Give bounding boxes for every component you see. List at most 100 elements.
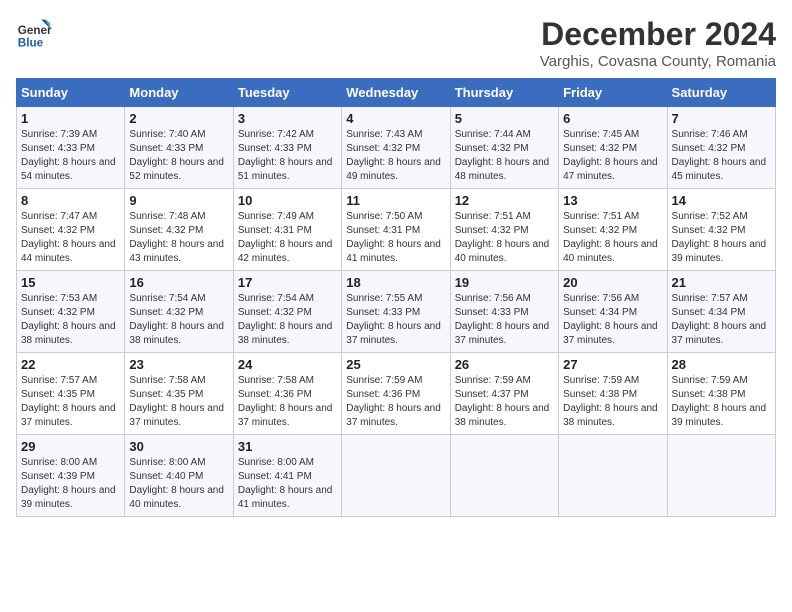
- calendar-cell: 17 Sunrise: 7:54 AMSunset: 4:32 PMDayligh…: [233, 271, 341, 353]
- day-number: 19: [455, 275, 554, 290]
- day-info: Sunrise: 7:44 AMSunset: 4:32 PMDaylight:…: [455, 129, 550, 182]
- day-info: Sunrise: 7:56 AMSunset: 4:34 PMDaylight:…: [563, 293, 658, 346]
- calendar-cell: 13Sunrise: 7:51 AMSunset: 4:32 PMDayligh…: [559, 189, 667, 271]
- day-info: Sunrise: 7:58 AMSunset: 4:35 PMDaylight:…: [129, 375, 224, 428]
- day-info: Sunrise: 7:48 AMSunset: 4:32 PMDaylight:…: [129, 211, 224, 264]
- calendar-cell: 20 Sunrise: 7:56 AMSunset: 4:34 PMDayligh…: [559, 271, 667, 353]
- subtitle: Varghis, Covasna County, Romania: [540, 53, 776, 70]
- day-number: 22: [21, 357, 120, 372]
- svg-text:General: General: [18, 24, 52, 37]
- calendar-cell: 15 Sunrise: 7:53 AMSunset: 4:32 PMDayligh…: [17, 271, 125, 353]
- week-row-3: 15 Sunrise: 7:53 AMSunset: 4:32 PMDayligh…: [17, 271, 776, 353]
- day-number: 15: [21, 275, 120, 290]
- day-info: Sunrise: 7:56 AMSunset: 4:33 PMDaylight:…: [455, 293, 550, 346]
- day-number: 9: [129, 193, 228, 208]
- day-info: Sunrise: 7:39 AMSunset: 4:33 PMDaylight:…: [21, 129, 116, 182]
- day-info: Sunrise: 7:43 AMSunset: 4:32 PMDaylight:…: [346, 129, 441, 182]
- calendar-cell: 5 Sunrise: 7:44 AMSunset: 4:32 PMDaylight…: [450, 107, 558, 189]
- header: General Blue December 2024 Varghis, Cova…: [16, 16, 776, 70]
- calendar-cell: [342, 435, 450, 517]
- day-header-saturday: Saturday: [667, 79, 775, 107]
- day-number: 3: [238, 111, 337, 126]
- calendar-cell: 8Sunrise: 7:47 AMSunset: 4:32 PMDaylight…: [17, 189, 125, 271]
- calendar-cell: 27Sunrise: 7:59 AMSunset: 4:38 PMDayligh…: [559, 353, 667, 435]
- calendar-cell: 1Sunrise: 7:39 AMSunset: 4:33 PMDaylight…: [17, 107, 125, 189]
- day-info: Sunrise: 7:54 AMSunset: 4:32 PMDaylight:…: [238, 293, 333, 346]
- day-number: 25: [346, 357, 445, 372]
- day-info: Sunrise: 7:54 AMSunset: 4:32 PMDaylight:…: [129, 293, 224, 346]
- day-number: 14: [672, 193, 771, 208]
- day-info: Sunrise: 8:00 AMSunset: 4:41 PMDaylight:…: [238, 457, 333, 510]
- day-info: Sunrise: 7:52 AMSunset: 4:32 PMDaylight:…: [672, 211, 767, 264]
- calendar-cell: 16 Sunrise: 7:54 AMSunset: 4:32 PMDayligh…: [125, 271, 233, 353]
- calendar-cell: 24 Sunrise: 7:58 AMSunset: 4:36 PMDayligh…: [233, 353, 341, 435]
- day-info: Sunrise: 8:00 AMSunset: 4:39 PMDaylight:…: [21, 457, 116, 510]
- day-number: 28: [672, 357, 771, 372]
- calendar-cell: 19 Sunrise: 7:56 AMSunset: 4:33 PMDayligh…: [450, 271, 558, 353]
- day-number: 29: [21, 439, 120, 454]
- calendar-table: SundayMondayTuesdayWednesdayThursdayFrid…: [16, 78, 776, 517]
- calendar-cell: 6 Sunrise: 7:45 AMSunset: 4:32 PMDaylight…: [559, 107, 667, 189]
- calendar-cell: 2 Sunrise: 7:40 AMSunset: 4:33 PMDaylight…: [125, 107, 233, 189]
- day-number: 10: [238, 193, 337, 208]
- day-number: 5: [455, 111, 554, 126]
- calendar-cell: 18Sunrise: 7:55 AMSunset: 4:33 PMDayligh…: [342, 271, 450, 353]
- day-number: 20: [563, 275, 662, 290]
- day-header-tuesday: Tuesday: [233, 79, 341, 107]
- title-section: December 2024 Varghis, Covasna County, R…: [540, 16, 776, 70]
- day-number: 4: [346, 111, 445, 126]
- day-info: Sunrise: 7:59 AMSunset: 4:38 PMDaylight:…: [563, 375, 658, 428]
- day-number: 24: [238, 357, 337, 372]
- calendar-cell: 4 Sunrise: 7:43 AMSunset: 4:32 PMDaylight…: [342, 107, 450, 189]
- calendar-cell: 30 Sunrise: 8:00 AMSunset: 4:40 PMDayligh…: [125, 435, 233, 517]
- calendar-cell: 26 Sunrise: 7:59 AMSunset: 4:37 PMDayligh…: [450, 353, 558, 435]
- calendar-cell: 7Sunrise: 7:46 AMSunset: 4:32 PMDaylight…: [667, 107, 775, 189]
- day-info: Sunrise: 7:45 AMSunset: 4:32 PMDaylight:…: [563, 129, 658, 182]
- day-info: Sunrise: 7:55 AMSunset: 4:33 PMDaylight:…: [346, 293, 441, 346]
- svg-text:Blue: Blue: [18, 37, 44, 50]
- day-header-wednesday: Wednesday: [342, 79, 450, 107]
- day-number: 12: [455, 193, 554, 208]
- day-number: 6: [563, 111, 662, 126]
- day-info: Sunrise: 7:58 AMSunset: 4:36 PMDaylight:…: [238, 375, 333, 428]
- calendar-cell: 28Sunrise: 7:59 AMSunset: 4:38 PMDayligh…: [667, 353, 775, 435]
- calendar-cell: 11 Sunrise: 7:50 AMSunset: 4:31 PMDayligh…: [342, 189, 450, 271]
- week-row-5: 29 Sunrise: 8:00 AMSunset: 4:39 PMDayligh…: [17, 435, 776, 517]
- day-number: 30: [129, 439, 228, 454]
- day-header-sunday: Sunday: [17, 79, 125, 107]
- day-info: Sunrise: 8:00 AMSunset: 4:40 PMDaylight:…: [129, 457, 224, 510]
- day-info: Sunrise: 7:57 AMSunset: 4:35 PMDaylight:…: [21, 375, 116, 428]
- day-number: 23: [129, 357, 228, 372]
- days-header-row: SundayMondayTuesdayWednesdayThursdayFrid…: [17, 79, 776, 107]
- day-number: 7: [672, 111, 771, 126]
- day-info: Sunrise: 7:50 AMSunset: 4:31 PMDaylight:…: [346, 211, 441, 264]
- week-row-2: 8Sunrise: 7:47 AMSunset: 4:32 PMDaylight…: [17, 189, 776, 271]
- day-number: 17: [238, 275, 337, 290]
- calendar-cell: [559, 435, 667, 517]
- day-number: 16: [129, 275, 228, 290]
- day-number: 2: [129, 111, 228, 126]
- day-info: Sunrise: 7:42 AMSunset: 4:33 PMDaylight:…: [238, 129, 333, 182]
- calendar-cell: 9 Sunrise: 7:48 AMSunset: 4:32 PMDaylight…: [125, 189, 233, 271]
- day-number: 31: [238, 439, 337, 454]
- day-header-friday: Friday: [559, 79, 667, 107]
- day-info: Sunrise: 7:59 AMSunset: 4:36 PMDaylight:…: [346, 375, 441, 428]
- logo-icon: General Blue: [16, 16, 52, 52]
- calendar-cell: 10 Sunrise: 7:49 AMSunset: 4:31 PMDayligh…: [233, 189, 341, 271]
- main-title: December 2024: [540, 16, 776, 53]
- calendar-cell: 22 Sunrise: 7:57 AMSunset: 4:35 PMDayligh…: [17, 353, 125, 435]
- calendar-cell: 25 Sunrise: 7:59 AMSunset: 4:36 PMDayligh…: [342, 353, 450, 435]
- day-info: Sunrise: 7:49 AMSunset: 4:31 PMDaylight:…: [238, 211, 333, 264]
- calendar-cell: [667, 435, 775, 517]
- day-info: Sunrise: 7:51 AMSunset: 4:32 PMDaylight:…: [455, 211, 550, 264]
- calendar-cell: [450, 435, 558, 517]
- calendar-cell: 3 Sunrise: 7:42 AMSunset: 4:33 PMDaylight…: [233, 107, 341, 189]
- day-number: 11: [346, 193, 445, 208]
- calendar-cell: 29 Sunrise: 8:00 AMSunset: 4:39 PMDayligh…: [17, 435, 125, 517]
- day-info: Sunrise: 7:59 AMSunset: 4:37 PMDaylight:…: [455, 375, 550, 428]
- day-info: Sunrise: 7:53 AMSunset: 4:32 PMDaylight:…: [21, 293, 116, 346]
- day-info: Sunrise: 7:40 AMSunset: 4:33 PMDaylight:…: [129, 129, 224, 182]
- day-number: 26: [455, 357, 554, 372]
- day-number: 21: [672, 275, 771, 290]
- calendar-cell: 21Sunrise: 7:57 AMSunset: 4:34 PMDayligh…: [667, 271, 775, 353]
